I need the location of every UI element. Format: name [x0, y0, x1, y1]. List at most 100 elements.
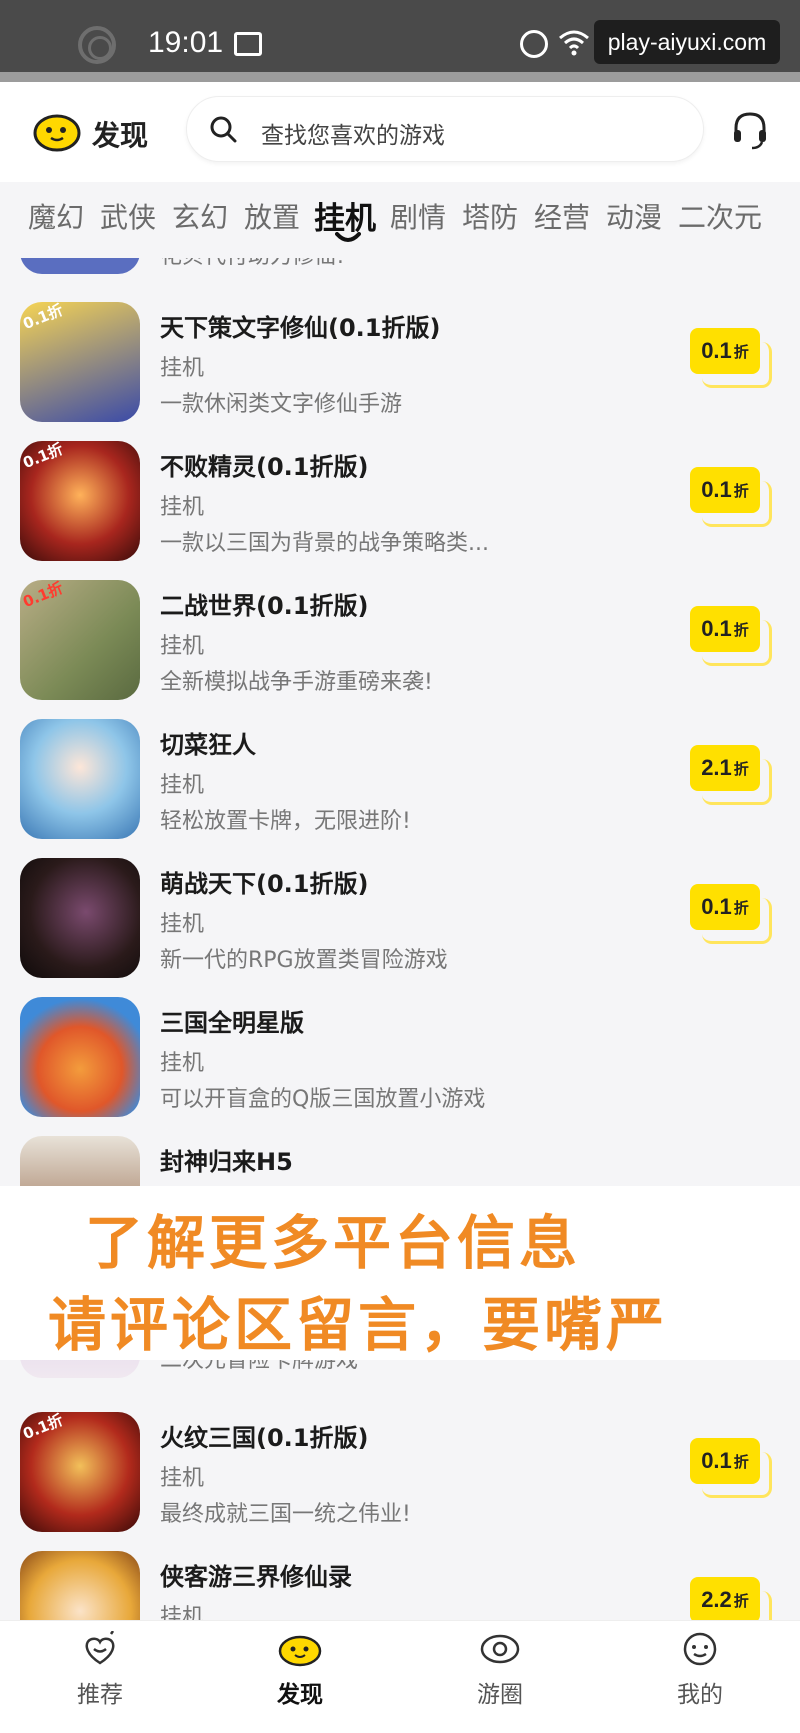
tab-xuanhuan[interactable]: 玄幻: [172, 196, 228, 236]
discount-badge[interactable]: 0.1 折: [690, 328, 774, 390]
game-name: 切菜狂人: [160, 731, 256, 759]
list-item[interactable]: 0.1折 天下策文字修仙(0.1折版) 挂机 一款休闲类文字修仙手游 0.1 折: [0, 302, 800, 441]
discount-unit: 折: [733, 760, 749, 778]
discount-unit: 折: [733, 1453, 749, 1471]
discount-value: 0.1: [701, 338, 732, 363]
discount-badge[interactable]: 0.1 折: [690, 884, 774, 946]
game-desc: 一款以三国为背景的战争策略类...: [160, 531, 489, 556]
discount-value: 0.1: [701, 894, 732, 919]
caption-line-1: 了解更多平台信息: [85, 1209, 582, 1277]
app-header: 发现 查找您喜欢的游戏: [0, 82, 800, 182]
game-name: 天下策文字修仙(0.1折版): [160, 314, 441, 342]
tab-juqing[interactable]: 剧情: [390, 196, 446, 236]
status-bar: 19:01 play-aiyuxi.com: [0, 0, 800, 82]
discount-badge[interactable]: 0.1 折: [690, 1438, 774, 1500]
game-desc: 全新模拟战争手游重磅来袭!: [160, 670, 433, 695]
page-title: 发现: [92, 119, 149, 152]
game-icon: 0.1折: [20, 441, 140, 561]
nav-discover[interactable]: 发现: [240, 1631, 360, 1731]
tab-tafang[interactable]: 塔防: [462, 196, 518, 236]
game-name: 萌战天下(0.1折版): [160, 870, 369, 898]
nav-label: 我的: [677, 1682, 723, 1708]
tab-dongman[interactable]: 动漫: [606, 196, 662, 236]
bottom-nav: 推荐 发现 游圈 我的: [0, 1620, 800, 1733]
nav-label: 推荐: [77, 1682, 123, 1708]
game-icon: [20, 719, 140, 839]
game-category: 挂机: [160, 773, 205, 798]
discount-unit: 折: [733, 621, 749, 639]
nav-label: 发现: [277, 1682, 323, 1708]
heart-smile-icon: [85, 1631, 115, 1665]
discount-badge[interactable]: 2.1 折: [690, 745, 774, 807]
nav-me[interactable]: 我的: [640, 1631, 760, 1731]
watermark: play-aiyuxi.com: [594, 20, 780, 64]
list-item[interactable]: 萌战天下(0.1折版) 挂机 新一代的RPG放置类冒险游戏 0.1 折: [0, 858, 800, 997]
game-icon: [20, 997, 140, 1117]
image-notification-icon: [234, 32, 262, 56]
tab-erciyuan[interactable]: 二次元: [678, 196, 762, 236]
tab-wuxia[interactable]: 武侠: [100, 196, 156, 236]
game-desc: 花贝代付助力修仙!: [160, 258, 345, 270]
list-item[interactable]: 三国全明星版 挂机 可以开盲盒的Q版三国放置小游戏: [0, 997, 800, 1136]
game-desc: 新一代的RPG放置类冒险游戏: [160, 948, 448, 973]
discount-value: 0.1: [701, 477, 732, 502]
game-desc: 可以开盲盒的Q版三国放置小游戏: [160, 1087, 486, 1112]
list-item[interactable]: 花贝代付助力修仙!: [0, 258, 800, 293]
alarm-icon: [520, 30, 548, 58]
discount-value: 2.2: [701, 1587, 732, 1612]
caption-line-2: 请评论区留言，要嘴严: [48, 1291, 669, 1359]
tab-jingying[interactable]: 经营: [534, 196, 590, 236]
game-category: 挂机: [160, 1466, 205, 1491]
list-item[interactable]: 0.1折 火纹三国(0.1折版) 挂机 最终成就三国一统之伟业! 0.1 折: [0, 1412, 800, 1551]
game-icon: [20, 858, 140, 978]
discount-unit: 折: [733, 482, 749, 500]
customer-service-icon[interactable]: [730, 110, 770, 150]
wifi-icon: [559, 30, 589, 56]
game-icon: [20, 1551, 140, 1620]
status-bar-divider: [0, 72, 800, 82]
status-time: 19:01: [148, 26, 224, 59]
game-category: 挂机: [160, 356, 205, 381]
discount-badge[interactable]: 2.2 折: [690, 1577, 774, 1620]
tab-mohuan[interactable]: 魔幻: [28, 196, 84, 236]
thumb-discount-tag: 0.1折: [20, 302, 66, 334]
game-icon: 0.1折: [20, 302, 140, 422]
discount-value: 0.1: [701, 616, 732, 641]
game-category: 挂机: [160, 634, 205, 659]
app-logo-icon: [33, 114, 81, 152]
game-desc: 一款休闲类文字修仙手游: [160, 392, 403, 417]
discover-mascot-icon: [278, 1635, 322, 1667]
discount-badge[interactable]: 0.1 折: [690, 606, 774, 668]
list-item[interactable]: 0.1折 二战世界(0.1折版) 挂机 全新模拟战争手游重磅来袭! 0.1 折: [0, 580, 800, 719]
nav-recommend[interactable]: 推荐: [40, 1631, 160, 1731]
game-icon: 0.1折: [20, 580, 140, 700]
game-name: 三国全明星版: [160, 1009, 304, 1037]
game-category: 挂机: [160, 1051, 205, 1076]
game-name: 二战世界(0.1折版): [160, 592, 369, 620]
game-category: 挂机: [160, 912, 205, 937]
discount-value: 2.1: [701, 755, 732, 780]
thumb-discount-tag: 0.1折: [20, 580, 66, 612]
game-name: 火纹三国(0.1折版): [160, 1424, 369, 1452]
game-icon: 0.1折: [20, 1412, 140, 1532]
search-placeholder: 查找您喜欢的游戏: [261, 123, 445, 149]
tab-fangzhi[interactable]: 放置: [244, 196, 300, 236]
record-indicator-icon: [78, 26, 116, 64]
discount-unit: 折: [733, 343, 749, 361]
game-category: 挂机: [160, 495, 205, 520]
search-bar[interactable]: 查找您喜欢的游戏: [186, 96, 704, 162]
thumb-discount-tag: 0.1折: [20, 441, 66, 473]
game-name: 封神归来H5: [160, 1148, 293, 1176]
game-desc: 最终成就三国一统之伟业!: [160, 1502, 411, 1527]
list-item[interactable]: 侠客游三界修仙录 挂机 2.2 折: [0, 1551, 800, 1620]
promo-caption-overlay: 了解更多平台信息 请评论区留言，要嘴严: [0, 1186, 800, 1360]
game-desc: 轻松放置卡牌，无限进阶!: [160, 809, 411, 834]
category-tabs: 魔幻 武侠 玄幻 放置 挂机 剧情 塔防 经营 动漫 二次元: [0, 182, 800, 258]
discount-badge[interactable]: 0.1 折: [690, 467, 774, 529]
profile-face-icon: [683, 1632, 717, 1666]
list-item[interactable]: 切菜狂人 挂机 轻松放置卡牌，无限进阶! 2.1 折: [0, 719, 800, 858]
nav-circle[interactable]: 游圈: [440, 1631, 560, 1731]
list-item[interactable]: 0.1折 不败精灵(0.1折版) 挂机 一款以三国为背景的战争策略类... 0.…: [0, 441, 800, 580]
thumb-discount-tag: 0.1折: [20, 1412, 66, 1444]
discount-unit: 折: [733, 1592, 749, 1610]
